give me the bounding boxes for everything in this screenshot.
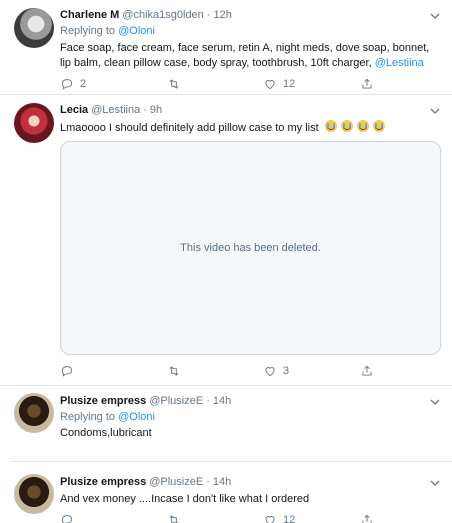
share-icon (362, 514, 372, 523)
retweet-button[interactable] (167, 77, 187, 91)
dot-separator: · (143, 104, 147, 116)
divider (0, 94, 452, 95)
display-name[interactable]: Charlene M (60, 9, 119, 21)
share-icon (362, 78, 372, 89)
loudly-crying-face-icon (340, 120, 353, 132)
timestamp[interactable]: 12h (213, 9, 231, 21)
timestamp[interactable]: 14h (213, 395, 231, 407)
like-count: 12 (283, 514, 296, 523)
replying-to: Replying to @Oloni (60, 411, 155, 423)
chevron-down-icon[interactable] (428, 9, 442, 23)
dot-separator: · (206, 476, 210, 488)
handle[interactable]: @PlusizeE (149, 395, 203, 407)
heart-icon (265, 367, 275, 377)
retweet-icon (169, 79, 179, 89)
video-deleted-message: This video has been deleted. (180, 242, 321, 254)
tweet-text: And vex money ....Incase I don't like wh… (60, 492, 440, 507)
avatar[interactable] (14, 474, 54, 514)
like-button[interactable]: 3 (263, 364, 289, 378)
handle[interactable]: @chika1sg0lden (122, 9, 204, 21)
like-button[interactable]: 12 (263, 77, 295, 91)
loudly-crying-face-icon (372, 120, 385, 132)
deleted-video-card[interactable]: This video has been deleted. (60, 141, 441, 355)
retweet-icon (169, 366, 179, 376)
display-name[interactable]: Lecia (60, 104, 88, 116)
chevron-down-icon[interactable] (428, 476, 442, 490)
avatar[interactable] (14, 8, 54, 48)
heart-icon (265, 80, 275, 90)
dot-separator: · (206, 395, 210, 407)
handle[interactable]: @Lestiina (91, 104, 140, 116)
share-button[interactable] (360, 77, 374, 91)
tweet-header: Plusize empress @PlusizeE · 14h (60, 476, 231, 488)
like-button[interactable]: 12 (263, 513, 295, 523)
tweet-text: Condoms,lubricant (60, 426, 440, 441)
tweet-header: Charlene M @chika1sg0lden · 12h (60, 9, 232, 21)
share-icon (362, 365, 372, 376)
divider (10, 461, 452, 462)
tweet-actions: 3 (60, 364, 440, 380)
mention-link[interactable]: @Lestiina (375, 57, 424, 69)
tweet-text-content: Condoms,lubricant (60, 427, 152, 439)
reply-icon (61, 79, 73, 90)
heart-icon (265, 516, 275, 523)
chevron-down-icon[interactable] (428, 104, 442, 118)
loudly-crying-face-icon (356, 120, 369, 132)
handle[interactable]: @PlusizeE (149, 476, 203, 488)
share-button[interactable] (360, 513, 374, 523)
divider (0, 385, 452, 386)
like-count: 12 (283, 78, 296, 90)
avatar[interactable] (14, 393, 54, 433)
replying-to-link[interactable]: @Oloni (118, 411, 155, 423)
display-name[interactable]: Plusize empress (60, 395, 146, 407)
tweet-actions: 2 12 (60, 77, 440, 93)
tweet-actions: 12 (60, 513, 440, 523)
display-name[interactable]: Plusize empress (60, 476, 146, 488)
retweet-icon (169, 515, 179, 523)
reply-button[interactable] (60, 364, 80, 378)
retweet-button[interactable] (167, 364, 187, 378)
replying-to-link[interactable]: @Oloni (118, 25, 155, 37)
tweet-text-content: Lmaoooo I should definitely add pillow c… (60, 122, 319, 134)
tweet-header: Plusize empress @PlusizeE · 14h (60, 395, 231, 407)
timestamp[interactable]: 14h (213, 476, 231, 488)
reply-icon (61, 515, 73, 523)
replying-to: Replying to @Oloni (60, 25, 155, 37)
tweet-text: Face soap, face cream, face serum, retin… (60, 41, 440, 71)
replying-prefix: Replying to (60, 411, 116, 423)
reply-icon (61, 366, 73, 377)
reply-button[interactable]: 2 (60, 77, 86, 91)
tweet-text: Lmaoooo I should definitely add pillow c… (60, 120, 440, 136)
replying-prefix: Replying to (60, 25, 116, 37)
timestamp[interactable]: 9h (150, 104, 162, 116)
dot-separator: · (206, 9, 211, 21)
share-button[interactable] (360, 364, 374, 378)
chevron-down-icon[interactable] (428, 395, 442, 409)
tweet-text-content: And vex money ....Incase I don't like wh… (60, 493, 310, 505)
loudly-crying-face-icon (324, 120, 337, 132)
retweet-button[interactable] (167, 513, 181, 523)
avatar[interactable] (14, 103, 54, 143)
tweet-header: Lecia @Lestiina · 9h (60, 104, 162, 116)
like-count: 3 (283, 365, 290, 377)
reply-button[interactable] (60, 513, 74, 523)
reply-count: 2 (80, 78, 87, 90)
